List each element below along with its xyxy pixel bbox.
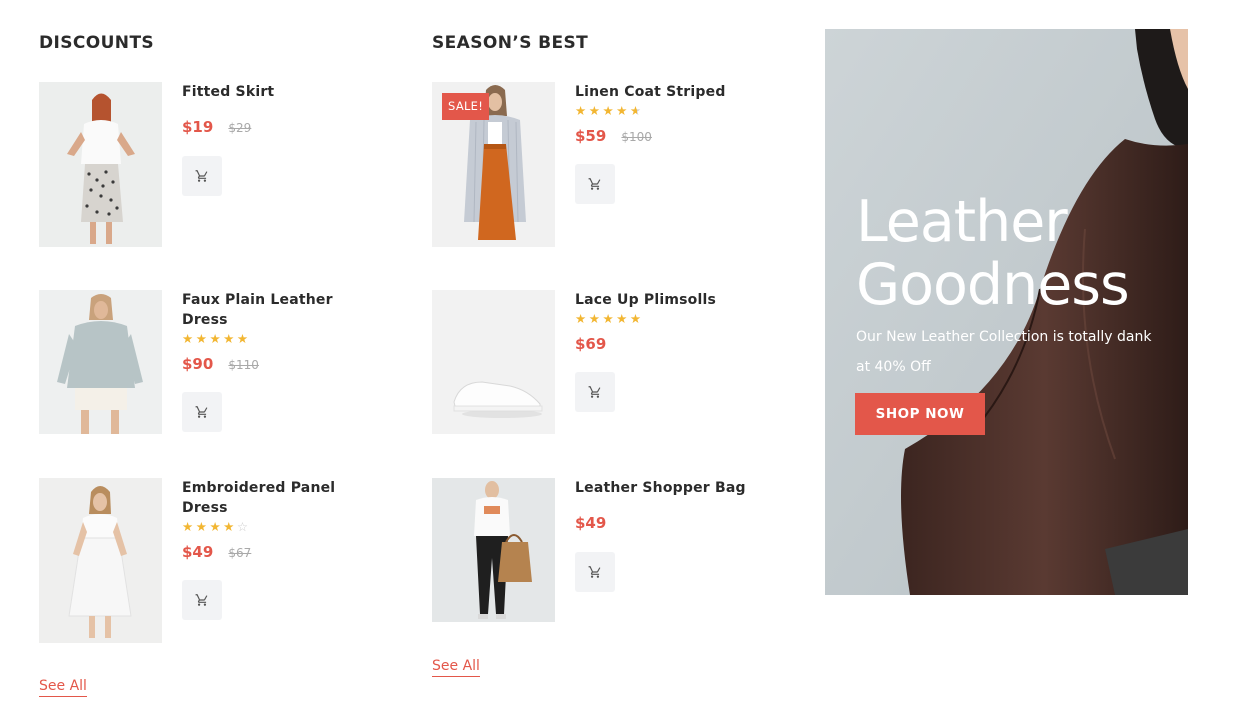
product-old-price: $110	[228, 358, 259, 372]
product-name[interactable]: Linen Coat Striped	[575, 82, 755, 102]
product-image[interactable]: SALE!	[432, 82, 555, 247]
product-price: $90	[182, 355, 214, 373]
add-to-cart-button[interactable]	[575, 164, 615, 204]
price-row: $69	[575, 333, 755, 355]
product-old-price: $29	[228, 121, 252, 135]
cart-icon	[195, 170, 208, 182]
product-price: $49	[182, 543, 214, 561]
cart-icon	[588, 178, 601, 190]
product-info: Lace Up Plimsolls ★★★★★ $69	[575, 290, 755, 412]
product-card: Leather Shopper Bag $49	[432, 478, 772, 622]
promo-banner: Leather Goodness Our New Leather Collect…	[825, 29, 1188, 595]
add-to-cart-button[interactable]	[182, 580, 222, 620]
cart-icon	[588, 386, 601, 398]
star-icon: ★	[195, 331, 210, 346]
add-to-cart-button[interactable]	[182, 392, 222, 432]
product-price: $59	[575, 127, 607, 145]
star-icon: ★	[588, 311, 603, 326]
rating-stars: ★★★★★	[575, 312, 755, 326]
add-to-cart-button[interactable]	[575, 372, 615, 412]
product-card: SALE! Linen Coat Striped ★★★★★ $59 $100	[432, 82, 772, 247]
star-icon: ★	[223, 331, 237, 346]
product-card: Faux Plain Leather Dress ★★★★★ $90 $110	[39, 290, 379, 434]
star-icon: ★	[575, 103, 589, 118]
star-icon: ★	[223, 519, 237, 534]
banner-title-line-2: Goodness	[856, 252, 1130, 318]
product-info: Faux Plain Leather Dress ★★★★★ $90 $110	[182, 290, 362, 432]
product-name[interactable]: Fitted Skirt	[182, 82, 362, 102]
star-icon: ★	[182, 331, 196, 346]
product-old-price: $67	[228, 546, 252, 560]
product-card: Fitted Skirt $19 $29	[39, 82, 379, 247]
product-name[interactable]: Faux Plain Leather Dress	[182, 290, 362, 330]
star-icon: ★	[182, 519, 196, 534]
sale-badge: SALE!	[442, 93, 490, 120]
star-half-icon: ★	[629, 103, 644, 118]
product-image[interactable]	[39, 290, 162, 434]
star-icon: ★	[575, 311, 589, 326]
product-name[interactable]: Embroidered Panel Dress	[182, 478, 362, 518]
cart-icon	[195, 594, 208, 606]
product-info: Leather Shopper Bag $49	[575, 478, 755, 592]
star-icon: ★	[616, 103, 630, 118]
product-image[interactable]	[432, 478, 555, 622]
price-row: $19 $29	[182, 116, 362, 138]
product-image[interactable]	[39, 82, 162, 247]
cart-icon	[588, 566, 601, 578]
product-info: Embroidered Panel Dress ★★★★☆ $49 $67	[182, 478, 362, 620]
section-title-discounts: DISCOUNTS	[39, 33, 155, 53]
product-image[interactable]	[432, 290, 555, 434]
banner-title: Leather Goodness	[856, 191, 1186, 317]
see-all-link-seasons-best[interactable]: See All	[432, 658, 480, 677]
add-to-cart-button[interactable]	[182, 156, 222, 196]
shop-now-button[interactable]: SHOP NOW	[855, 393, 985, 435]
product-image[interactable]	[39, 478, 162, 643]
section-title-seasons-best: SEASON’S BEST	[432, 33, 589, 53]
star-icon: ★	[629, 311, 644, 326]
product-old-price: $100	[621, 130, 652, 144]
product-price: $69	[575, 335, 607, 353]
product-info: Fitted Skirt $19 $29	[182, 82, 362, 196]
rating-stars: ★★★★★	[182, 332, 362, 346]
rating-stars: ★★★★☆	[182, 520, 362, 534]
price-row: $49	[575, 512, 755, 534]
star-icon: ★	[195, 519, 210, 534]
product-card: Embroidered Panel Dress ★★★★☆ $49 $67	[39, 478, 379, 643]
banner-subtitle: Our New Leather Collection is totally da…	[856, 329, 1152, 375]
star-icon: ★	[616, 311, 630, 326]
product-name[interactable]: Leather Shopper Bag	[575, 478, 755, 498]
product-card: Lace Up Plimsolls ★★★★★ $69	[432, 290, 772, 434]
star-icon: ★	[236, 331, 251, 346]
product-price: $49	[575, 514, 607, 532]
price-row: $49 $67	[182, 541, 362, 563]
product-info: Linen Coat Striped ★★★★★ $59 $100	[575, 82, 755, 204]
price-row: $90 $110	[182, 353, 362, 375]
star-icon: ★	[602, 103, 617, 118]
star-icon: ★	[588, 103, 603, 118]
star-outline-icon: ☆	[236, 519, 251, 534]
add-to-cart-button[interactable]	[575, 552, 615, 592]
rating-stars: ★★★★★	[575, 104, 755, 118]
product-price: $19	[182, 118, 214, 136]
product-name[interactable]: Lace Up Plimsolls	[575, 290, 755, 310]
star-icon: ★	[602, 311, 617, 326]
banner-title-line-1: Leather	[856, 189, 1068, 255]
see-all-link-discounts[interactable]: See All	[39, 678, 87, 697]
star-icon: ★	[209, 519, 224, 534]
price-row: $59 $100	[575, 125, 755, 147]
cart-icon	[195, 406, 208, 418]
star-icon: ★	[209, 331, 224, 346]
